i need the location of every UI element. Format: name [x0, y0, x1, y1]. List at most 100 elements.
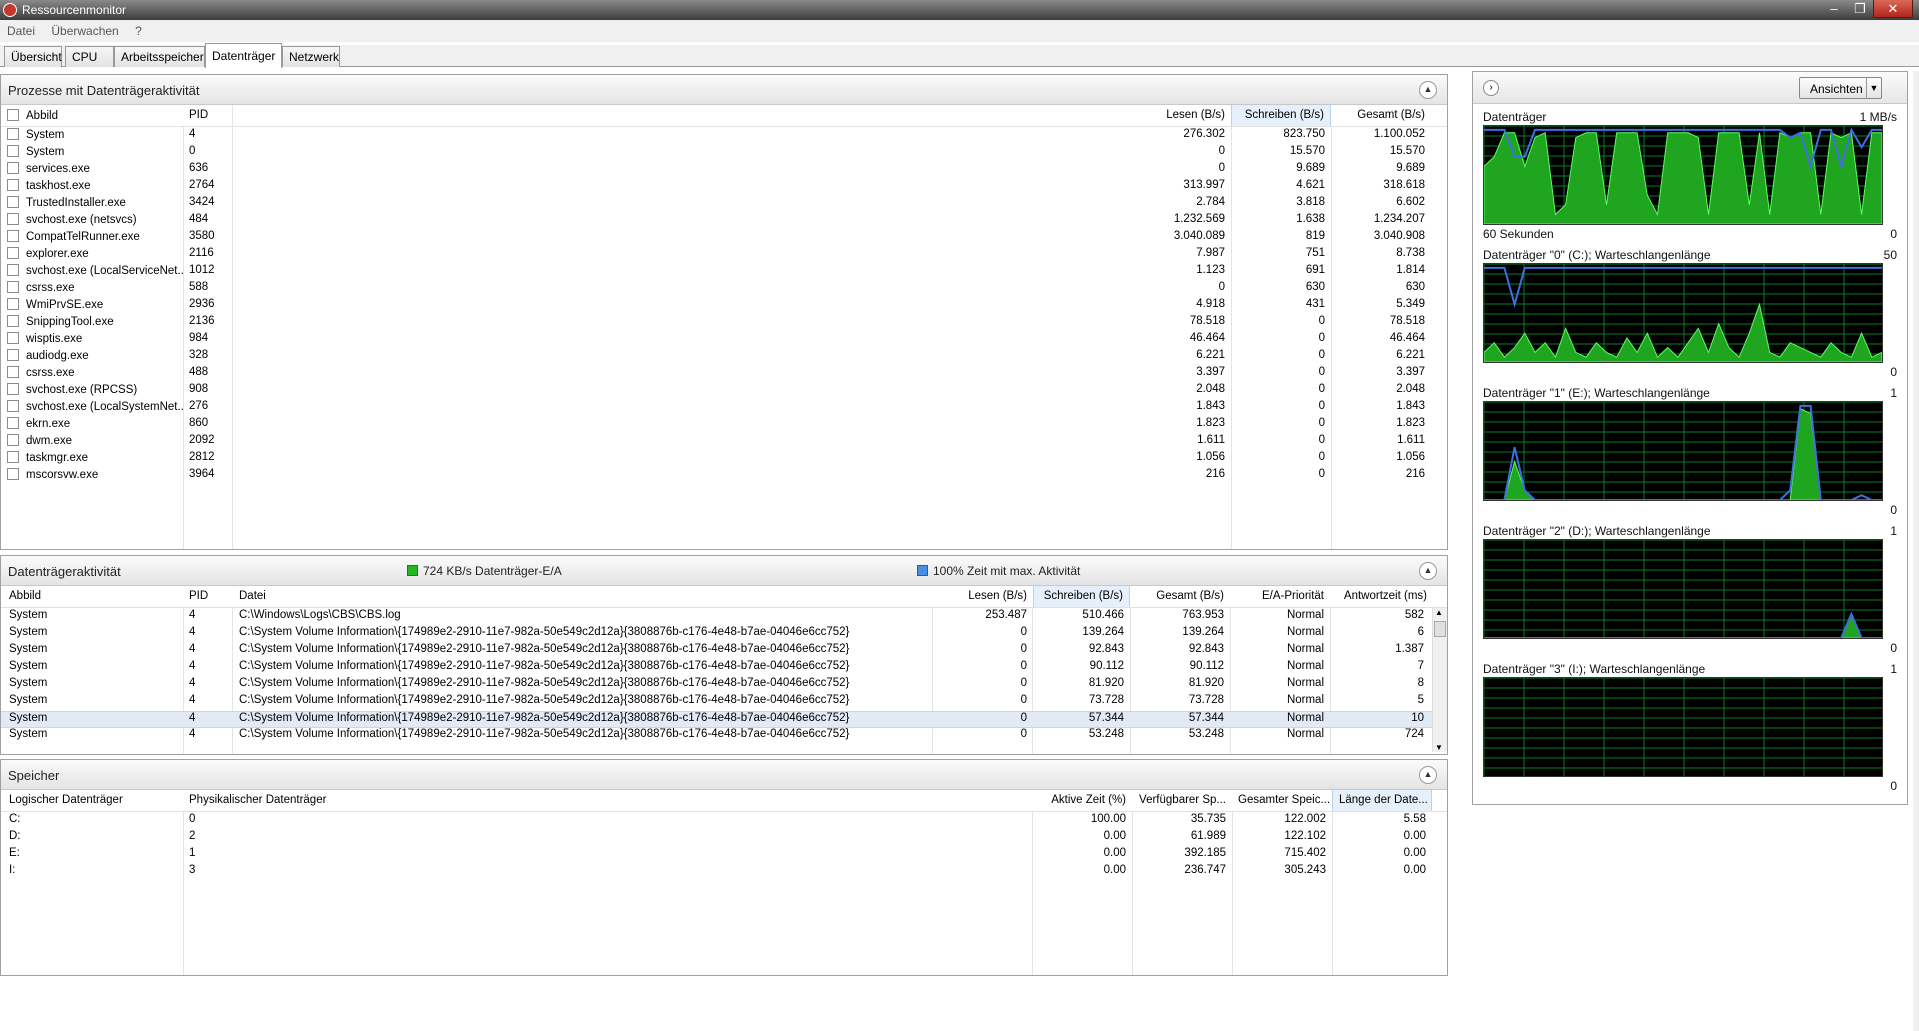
table-row[interactable]: System 4 C:\System Volume Information\{174… [1, 643, 1432, 660]
table-row[interactable]: System 4 C:\System Volume Information\{174… [1, 660, 1432, 677]
col-gesamt-speicher[interactable]: Gesamter Speic... [1232, 794, 1332, 811]
process-total: 8.738 [1396, 247, 1425, 259]
row-checkbox[interactable] [7, 468, 19, 480]
table-row[interactable]: TrustedInstaller.exe 3424 2.784 3.818 6.602 [1, 196, 1447, 213]
close-icon[interactable]: ✕ [1873, 0, 1913, 18]
col-schreiben[interactable]: Schreiben (B/s) [1033, 586, 1130, 607]
table-row[interactable]: audiodg.exe 328 6.221 0 6.221 [1, 349, 1447, 366]
tab-uebersicht[interactable]: Übersicht [4, 46, 62, 67]
table-row[interactable]: C: 0 100.00 35.735 122.002 5.58 [1, 813, 1447, 830]
row-checkbox[interactable] [7, 434, 19, 446]
table-row[interactable]: mscorsvw.exe 3964 216 0 216 [1, 468, 1447, 485]
table-row[interactable]: svchost.exe (netsvcs) 484 1.232.569 1.638 1.… [1, 213, 1447, 230]
table-row[interactable]: wisptis.exe 984 46.464 0 46.464 [1, 332, 1447, 349]
col-aktive-zeit[interactable]: Aktive Zeit (%) [1032, 794, 1132, 811]
activity-scrollbar[interactable]: ▲ ▼ [1432, 608, 1447, 752]
table-row[interactable]: taskhost.exe 2764 313.997 4.621 318.618 [1, 179, 1447, 196]
row-checkbox[interactable] [7, 196, 19, 208]
table-row[interactable]: svchost.exe (LocalSystemNet... 276 1.843 0 1… [1, 400, 1447, 417]
scroll-down-icon[interactable]: ▼ [1435, 743, 1443, 752]
col-lesen[interactable]: Lesen (B/s) [1131, 109, 1231, 126]
table-row[interactable]: svchost.exe (LocalServiceNet... 1012 1.123… [1, 264, 1447, 281]
row-checkbox[interactable] [7, 128, 19, 140]
col-logisch[interactable]: Logischer Datenträger [3, 794, 183, 811]
row-checkbox[interactable] [7, 162, 19, 174]
col-gesamt[interactable]: Gesamt (B/s) [1130, 590, 1230, 607]
scroll-up-icon[interactable]: ▲ [1435, 608, 1443, 617]
col-physikalisch[interactable]: Physikalischer Datenträger [183, 794, 583, 811]
row-checkbox[interactable] [7, 298, 19, 310]
scroll-thumb[interactable] [1434, 621, 1446, 637]
col-abbild[interactable]: Abbild [1, 109, 183, 126]
col-antwortzeit[interactable]: Antwortzeit (ms) [1330, 590, 1433, 607]
views-dropdown[interactable]: Ansichten ▼ [1799, 77, 1882, 99]
col-prioritaet[interactable]: E/A-Priorität [1230, 590, 1330, 607]
row-checkbox[interactable] [7, 332, 19, 344]
menu-ueberwachen[interactable]: Überwachen [44, 20, 124, 38]
row-checkbox[interactable] [7, 281, 19, 293]
tab-cpu[interactable]: CPU [65, 46, 114, 67]
row-checkbox[interactable] [7, 383, 19, 395]
row-checkbox[interactable] [7, 264, 19, 276]
row-checkbox[interactable] [7, 451, 19, 463]
row-checkbox[interactable] [7, 417, 19, 429]
row-checkbox[interactable] [7, 230, 19, 242]
col-verfuegbar[interactable]: Verfügbarer Sp... [1132, 794, 1232, 811]
select-all-checkbox[interactable] [7, 109, 19, 121]
expand-icon[interactable]: › [1483, 80, 1499, 96]
row-checkbox[interactable] [7, 400, 19, 412]
table-row[interactable]: svchost.exe (RPCSS) 908 2.048 0 2.048 [1, 383, 1447, 400]
table-row[interactable]: System 4 276.302 823.750 1.100.052 [1, 128, 1447, 145]
col-pid[interactable]: PID [183, 590, 233, 607]
row-checkbox[interactable] [7, 349, 19, 361]
table-row[interactable]: taskmgr.exe 2812 1.056 0 1.056 [1, 451, 1447, 468]
table-row[interactable]: System 4 C:\System Volume Information\{174… [1, 626, 1432, 643]
table-row[interactable]: E: 1 0.00 392.185 715.402 0.00 [1, 847, 1447, 864]
row-checkbox[interactable] [7, 145, 19, 157]
tab-arbeitsspeicher[interactable]: Arbeitsspeicher [114, 46, 205, 67]
row-checkbox[interactable] [7, 366, 19, 378]
col-abbild[interactable]: Abbild [3, 590, 183, 607]
table-row[interactable]: CompatTelRunner.exe 3580 3.040.089 819 3.040… [1, 230, 1447, 247]
table-row[interactable]: D: 2 0.00 61.989 122.102 0.00 [1, 830, 1447, 847]
col-pid[interactable]: PID [183, 109, 233, 126]
tab-netzwerk[interactable]: Netzwerk [282, 46, 340, 67]
table-row[interactable]: dwm.exe 2092 1.611 0 1.611 [1, 434, 1447, 451]
col-schreiben[interactable]: Schreiben (B/s) [1231, 105, 1331, 126]
row-checkbox[interactable] [7, 213, 19, 225]
table-row[interactable]: System 4 C:\System Volume Information\{174… [1, 677, 1432, 694]
table-row[interactable]: SnippingTool.exe 2136 78.518 0 78.518 [1, 315, 1447, 332]
table-row[interactable]: ekrn.exe 860 1.823 0 1.823 [1, 417, 1447, 434]
collapse-icon[interactable]: ▲ [1419, 81, 1437, 99]
col-lesen[interactable]: Lesen (B/s) [933, 590, 1033, 607]
table-row[interactable]: System 4 C:\System Volume Information\{174… [1, 728, 1432, 745]
table-row[interactable]: System 4 C:\System Volume Information\{174… [1, 694, 1432, 711]
row-checkbox[interactable] [7, 247, 19, 259]
storage-header[interactable]: Speicher ▲ [1, 760, 1447, 790]
table-row[interactable]: WmiPrvSE.exe 2936 4.918 431 5.349 [1, 298, 1447, 315]
chevron-down-icon[interactable]: ▼ [1866, 78, 1881, 98]
table-row[interactable]: System 0 0 15.570 15.570 [1, 145, 1447, 162]
col-datei[interactable]: Datei [233, 590, 933, 607]
table-row[interactable]: explorer.exe 2116 7.987 751 8.738 [1, 247, 1447, 264]
tab-datentraeger[interactable]: Datenträger [205, 43, 282, 68]
table-row[interactable]: I: 3 0.00 236.747 305.243 0.00 [1, 864, 1447, 881]
minimize-icon[interactable]: – [1821, 0, 1847, 18]
menu-datei[interactable]: Datei [0, 20, 41, 38]
processes-header[interactable]: Prozesse mit Datenträgeraktivität ▲ [1, 75, 1447, 105]
table-row[interactable]: System 4 C:\System Volume Information\{174… [1, 711, 1432, 728]
table-row[interactable]: System 4 C:\Windows\Logs\CBS\CBS.log 253.48… [1, 609, 1432, 626]
maximize-icon[interactable]: ❐ [1847, 0, 1873, 18]
col-gesamt[interactable]: Gesamt (B/s) [1331, 109, 1431, 126]
row-checkbox[interactable] [7, 315, 19, 327]
sidebar-scrollbar[interactable] [1913, 71, 1919, 1031]
collapse-icon[interactable]: ▲ [1419, 562, 1437, 580]
table-row[interactable]: services.exe 636 0 9.689 9.689 [1, 162, 1447, 179]
col-warteschlange[interactable]: Länge der Date... [1332, 790, 1432, 811]
disk-activity-header[interactable]: Datenträgeraktivität 724 KB/s Datenträge… [1, 556, 1447, 586]
row-checkbox[interactable] [7, 179, 19, 191]
menu-help[interactable]: ? [128, 20, 148, 38]
table-row[interactable]: csrss.exe 488 3.397 0 3.397 [1, 366, 1447, 383]
table-row[interactable]: csrss.exe 588 0 630 630 [1, 281, 1447, 298]
collapse-icon[interactable]: ▲ [1419, 766, 1437, 784]
